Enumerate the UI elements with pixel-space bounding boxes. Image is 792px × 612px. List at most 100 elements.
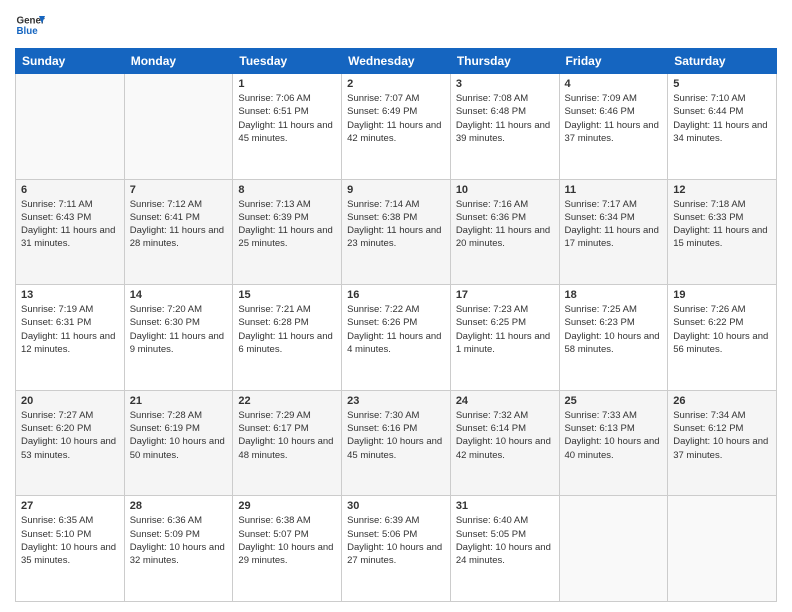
- day-number: 21: [130, 395, 228, 407]
- day-number: 24: [456, 395, 554, 407]
- day-cell: 4 Sunrise: 7:09 AM Sunset: 6:46 PM Daylig…: [559, 74, 668, 180]
- svg-text:Blue: Blue: [17, 26, 39, 37]
- day-info: Sunrise: 7:28 AM Sunset: 6:19 PM Dayligh…: [130, 409, 228, 462]
- day-info: Sunrise: 7:13 AM Sunset: 6:39 PM Dayligh…: [238, 198, 336, 251]
- day-info: Sunrise: 7:21 AM Sunset: 6:28 PM Dayligh…: [238, 303, 336, 356]
- day-cell: 18 Sunrise: 7:25 AM Sunset: 6:23 PM Dayli…: [559, 285, 668, 391]
- day-cell: [559, 496, 668, 602]
- day-cell: [668, 496, 777, 602]
- day-cell: 7Sunrise: 7:12 AM Sunset: 6:41 PM Daylig…: [124, 179, 233, 285]
- day-cell: 20 Sunrise: 7:27 AM Sunset: 6:20 PM Dayli…: [16, 390, 125, 496]
- day-info: Sunrise: 7:23 AM Sunset: 6:25 PM Dayligh…: [456, 303, 554, 356]
- day-cell: [124, 74, 233, 180]
- weekday-wednesday: Wednesday: [342, 49, 451, 74]
- day-cell: 19 Sunrise: 7:26 AM Sunset: 6:22 PM Dayli…: [668, 285, 777, 391]
- day-cell: 14 Sunrise: 7:20 AM Sunset: 6:30 PM Dayli…: [124, 285, 233, 391]
- weekday-sunday: Sunday: [16, 49, 125, 74]
- page: General Blue SundayMondayTuesdayWednesda…: [0, 0, 792, 612]
- day-info: Sunrise: 7:16 AM Sunset: 6:36 PM Dayligh…: [456, 198, 554, 251]
- logo-icon: General Blue: [15, 10, 45, 40]
- day-number: 6: [21, 184, 119, 196]
- day-number: 26: [673, 395, 771, 407]
- day-cell: 22 Sunrise: 7:29 AM Sunset: 6:17 PM Dayli…: [233, 390, 342, 496]
- day-cell: 31 Sunrise: 6:40 AM Sunset: 5:05 PM Dayli…: [450, 496, 559, 602]
- day-info: Sunrise: 7:12 AM Sunset: 6:41 PM Dayligh…: [130, 198, 228, 251]
- day-number: 29: [238, 500, 336, 512]
- day-cell: 16 Sunrise: 7:22 AM Sunset: 6:26 PM Dayli…: [342, 285, 451, 391]
- day-info: Sunrise: 7:14 AM Sunset: 6:38 PM Dayligh…: [347, 198, 445, 251]
- day-number: 9: [347, 184, 445, 196]
- day-cell: 5 Sunrise: 7:10 AM Sunset: 6:44 PM Daylig…: [668, 74, 777, 180]
- day-number: 18: [565, 289, 663, 301]
- day-cell: 12 Sunrise: 7:18 AM Sunset: 6:33 PM Dayli…: [668, 179, 777, 285]
- day-number: 12: [673, 184, 771, 196]
- header: General Blue: [15, 10, 777, 40]
- day-number: 28: [130, 500, 228, 512]
- day-info: Sunrise: 7:29 AM Sunset: 6:17 PM Dayligh…: [238, 409, 336, 462]
- day-number: 2: [347, 78, 445, 90]
- day-info: Sunrise: 6:39 AM Sunset: 5:06 PM Dayligh…: [347, 514, 445, 567]
- day-info: Sunrise: 7:34 AM Sunset: 6:12 PM Dayligh…: [673, 409, 771, 462]
- day-info: Sunrise: 7:27 AM Sunset: 6:20 PM Dayligh…: [21, 409, 119, 462]
- day-info: Sunrise: 7:22 AM Sunset: 6:26 PM Dayligh…: [347, 303, 445, 356]
- day-number: 27: [21, 500, 119, 512]
- day-number: 1: [238, 78, 336, 90]
- day-cell: 8Sunrise: 7:13 AM Sunset: 6:39 PM Daylig…: [233, 179, 342, 285]
- day-info: Sunrise: 7:25 AM Sunset: 6:23 PM Dayligh…: [565, 303, 663, 356]
- day-info: Sunrise: 7:07 AM Sunset: 6:49 PM Dayligh…: [347, 92, 445, 145]
- day-info: Sunrise: 6:40 AM Sunset: 5:05 PM Dayligh…: [456, 514, 554, 567]
- day-info: Sunrise: 7:26 AM Sunset: 6:22 PM Dayligh…: [673, 303, 771, 356]
- weekday-thursday: Thursday: [450, 49, 559, 74]
- day-number: 31: [456, 500, 554, 512]
- day-number: 25: [565, 395, 663, 407]
- day-number: 22: [238, 395, 336, 407]
- day-info: Sunrise: 7:19 AM Sunset: 6:31 PM Dayligh…: [21, 303, 119, 356]
- day-cell: 11Sunrise: 7:17 AM Sunset: 6:34 PM Dayli…: [559, 179, 668, 285]
- calendar-table: SundayMondayTuesdayWednesdayThursdayFrid…: [15, 48, 777, 602]
- day-cell: 30 Sunrise: 6:39 AM Sunset: 5:06 PM Dayli…: [342, 496, 451, 602]
- day-info: Sunrise: 7:17 AM Sunset: 6:34 PM Dayligh…: [565, 198, 663, 251]
- day-info: Sunrise: 7:10 AM Sunset: 6:44 PM Dayligh…: [673, 92, 771, 145]
- day-info: Sunrise: 7:09 AM Sunset: 6:46 PM Dayligh…: [565, 92, 663, 145]
- day-number: 17: [456, 289, 554, 301]
- day-cell: 29 Sunrise: 6:38 AM Sunset: 5:07 PM Dayli…: [233, 496, 342, 602]
- day-info: Sunrise: 7:33 AM Sunset: 6:13 PM Dayligh…: [565, 409, 663, 462]
- day-cell: 26 Sunrise: 7:34 AM Sunset: 6:12 PM Dayli…: [668, 390, 777, 496]
- day-cell: 3Sunrise: 7:08 AM Sunset: 6:48 PM Daylig…: [450, 74, 559, 180]
- day-info: Sunrise: 7:20 AM Sunset: 6:30 PM Dayligh…: [130, 303, 228, 356]
- day-info: Sunrise: 6:35 AM Sunset: 5:10 PM Dayligh…: [21, 514, 119, 567]
- day-cell: 9 Sunrise: 7:14 AM Sunset: 6:38 PM Daylig…: [342, 179, 451, 285]
- day-cell: 1 Sunrise: 7:06 AM Sunset: 6:51 PM Daylig…: [233, 74, 342, 180]
- day-number: 4: [565, 78, 663, 90]
- day-info: Sunrise: 7:18 AM Sunset: 6:33 PM Dayligh…: [673, 198, 771, 251]
- week-row-4: 20 Sunrise: 7:27 AM Sunset: 6:20 PM Dayli…: [16, 390, 777, 496]
- day-number: 30: [347, 500, 445, 512]
- day-number: 5: [673, 78, 771, 90]
- day-info: Sunrise: 7:30 AM Sunset: 6:16 PM Dayligh…: [347, 409, 445, 462]
- day-cell: 17 Sunrise: 7:23 AM Sunset: 6:25 PM Dayli…: [450, 285, 559, 391]
- day-cell: 23 Sunrise: 7:30 AM Sunset: 6:16 PM Dayli…: [342, 390, 451, 496]
- day-info: Sunrise: 7:11 AM Sunset: 6:43 PM Dayligh…: [21, 198, 119, 251]
- day-number: 14: [130, 289, 228, 301]
- day-number: 16: [347, 289, 445, 301]
- day-number: 15: [238, 289, 336, 301]
- weekday-friday: Friday: [559, 49, 668, 74]
- day-cell: 13Sunrise: 7:19 AM Sunset: 6:31 PM Dayli…: [16, 285, 125, 391]
- day-number: 23: [347, 395, 445, 407]
- day-number: 19: [673, 289, 771, 301]
- weekday-saturday: Saturday: [668, 49, 777, 74]
- day-cell: 2 Sunrise: 7:07 AM Sunset: 6:49 PM Daylig…: [342, 74, 451, 180]
- day-cell: 27 Sunrise: 6:35 AM Sunset: 5:10 PM Dayli…: [16, 496, 125, 602]
- day-info: Sunrise: 6:38 AM Sunset: 5:07 PM Dayligh…: [238, 514, 336, 567]
- day-cell: 6 Sunrise: 7:11 AM Sunset: 6:43 PM Daylig…: [16, 179, 125, 285]
- day-info: Sunrise: 6:36 AM Sunset: 5:09 PM Dayligh…: [130, 514, 228, 567]
- day-number: 20: [21, 395, 119, 407]
- logo: General Blue: [15, 10, 45, 40]
- day-info: Sunrise: 7:32 AM Sunset: 6:14 PM Dayligh…: [456, 409, 554, 462]
- day-cell: 21 Sunrise: 7:28 AM Sunset: 6:19 PM Dayli…: [124, 390, 233, 496]
- week-row-1: 1 Sunrise: 7:06 AM Sunset: 6:51 PM Daylig…: [16, 74, 777, 180]
- week-row-3: 13Sunrise: 7:19 AM Sunset: 6:31 PM Dayli…: [16, 285, 777, 391]
- day-cell: 28 Sunrise: 6:36 AM Sunset: 5:09 PM Dayli…: [124, 496, 233, 602]
- day-cell: 10Sunrise: 7:16 AM Sunset: 6:36 PM Dayli…: [450, 179, 559, 285]
- day-info: Sunrise: 7:06 AM Sunset: 6:51 PM Dayligh…: [238, 92, 336, 145]
